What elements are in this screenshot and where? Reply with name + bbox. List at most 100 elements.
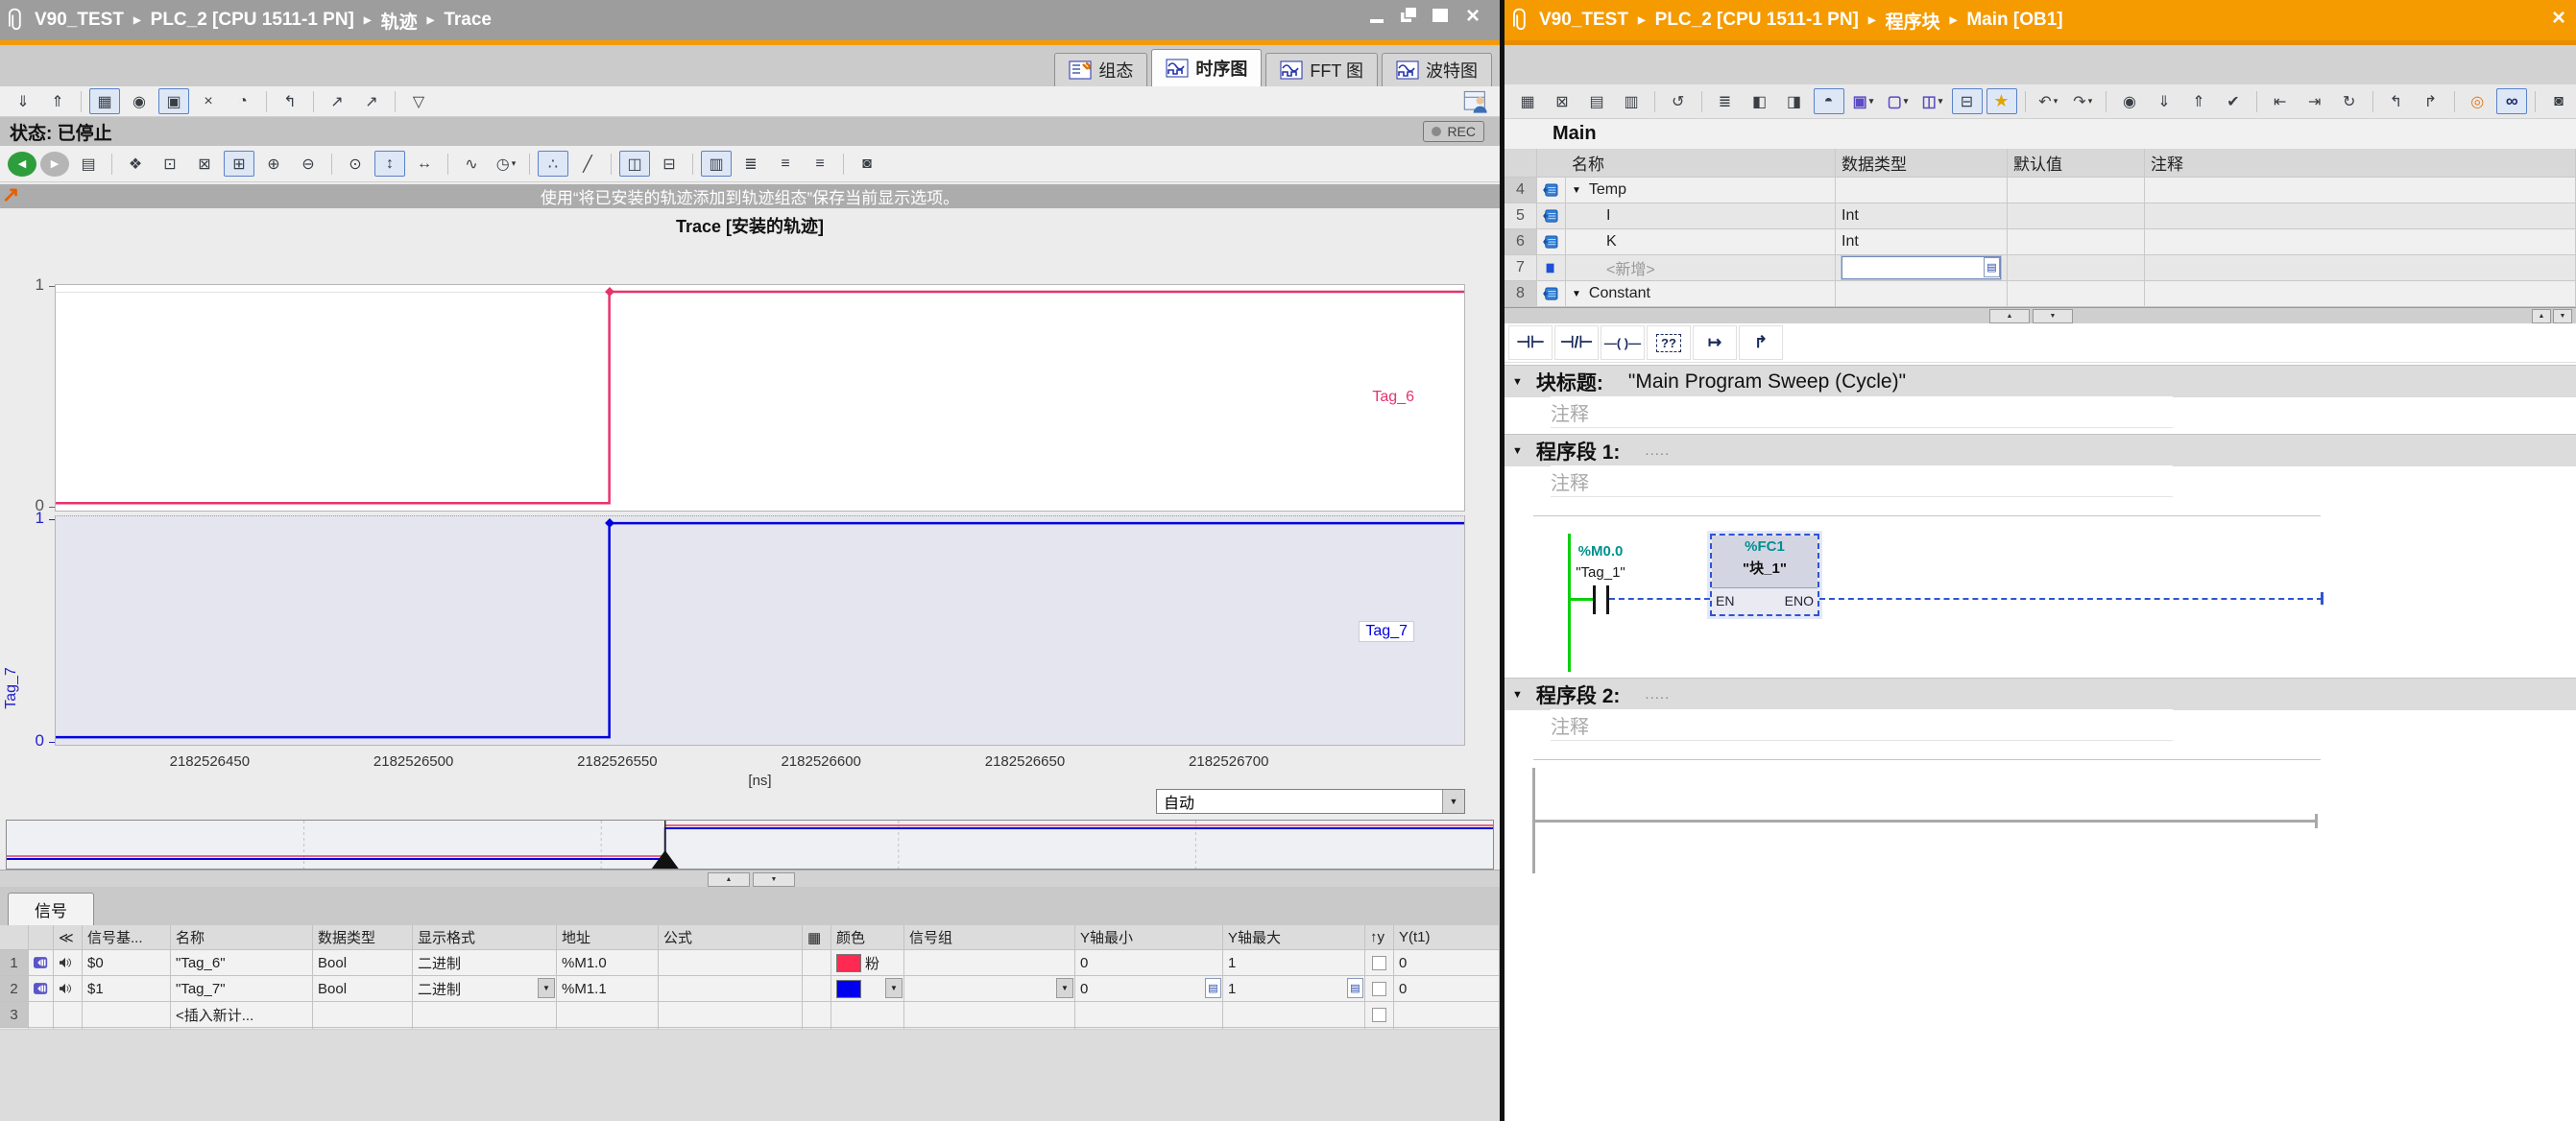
keypad-icon[interactable]: ▤ (1347, 978, 1363, 998)
export-measurements-icon[interactable]: ↰ (275, 88, 305, 114)
table-row[interactable]: 3<插入新计... (0, 1002, 1500, 1028)
goto-next-error-icon[interactable]: ⇥ (2299, 88, 2330, 114)
stop-recording-icon[interactable]: ▣ (158, 88, 189, 114)
record-pause-icon[interactable]: ◔ (228, 88, 258, 114)
signal-name[interactable]: "Tag_7" (171, 976, 313, 1002)
display-format[interactable]: 二进制 (413, 950, 557, 976)
display-format[interactable] (413, 1002, 557, 1028)
data-type-input[interactable]: ▤ (1842, 256, 2001, 279)
filter-icon[interactable]: ▽ (403, 88, 434, 114)
zoom-selection-icon[interactable]: ⊡ (155, 151, 185, 177)
block-title-value[interactable]: "Main Program Sweep (Cycle)" (1628, 370, 1906, 394)
table-row[interactable]: 6KInt (1505, 229, 2576, 255)
data-type[interactable]: Int (1836, 203, 2008, 229)
variable-name[interactable]: K (1566, 229, 1836, 255)
plot-tag7[interactable]: Tag_7 (55, 515, 1465, 746)
tab-signals[interactable]: 信号 (8, 893, 94, 925)
dropdown-arrow-icon[interactable]: ▾ (1938, 96, 1943, 107)
breadcrumb-item[interactable]: V90_TEST (35, 10, 124, 31)
dropdown-arrow-icon[interactable]: ▾ (512, 158, 517, 169)
table-row[interactable]: 1$0"Tag_6"Bool二进制%M1.0粉010 (0, 950, 1500, 976)
address[interactable]: %M1.0 (557, 950, 659, 976)
reset-start-values-icon[interactable]: ↺ (1663, 88, 1694, 114)
auto-scale-cell[interactable] (1365, 950, 1394, 976)
column-header[interactable] (1505, 149, 1537, 178)
fc-block[interactable]: %FC1 "块_1" EN ENO (1710, 534, 1819, 616)
column-header[interactable] (0, 925, 29, 950)
color-swatch[interactable] (836, 980, 861, 998)
contact-bar-icon[interactable] (1593, 585, 1596, 614)
checkbox[interactable] (1372, 1008, 1386, 1022)
address[interactable] (557, 1002, 659, 1028)
column-header[interactable]: 颜色 (831, 925, 904, 950)
trace-titlebar[interactable]: V90_TEST▶PLC_2 [CPU 1511-1 PN]▶轨迹▶Trace … (0, 0, 1500, 40)
column-header[interactable]: 名称 (171, 925, 313, 950)
signal-source[interactable]: $0 (83, 950, 171, 976)
close-branch-icon[interactable]: ↱ (1739, 325, 1783, 360)
snapshot-to-measurement-2-icon[interactable]: ↗ (356, 88, 387, 114)
default-value[interactable] (2008, 203, 2145, 229)
breadcrumb-item[interactable]: PLC_2 [CPU 1511-1 PN] (151, 10, 354, 31)
color-swatch[interactable] (836, 954, 861, 972)
deactivate-monitoring-icon[interactable]: × (193, 88, 224, 114)
zoom-100-icon[interactable]: ⊙ (340, 151, 371, 177)
accept-changes-icon[interactable]: ✔ (2218, 88, 2249, 114)
zoom-out-icon[interactable]: ⊖ (293, 151, 324, 177)
activate-monitoring-icon[interactable]: ▦ (89, 88, 120, 114)
color-cell[interactable] (831, 1002, 904, 1028)
tab-时序图[interactable]: 时序图 (1151, 49, 1262, 86)
column-header[interactable]: 默认值 (2008, 149, 2145, 178)
split-horizontal-icon[interactable]: ⊟ (654, 151, 685, 177)
install-traces-icon[interactable]: ⇓ (8, 88, 38, 114)
horizontal-splitter[interactable]: ▲ ▼ (0, 870, 1500, 889)
scroll-up-button[interactable]: ▲ (2532, 309, 2551, 323)
download-to-device-icon[interactable]: ⇓ (2149, 88, 2179, 114)
dropdown-arrow-icon[interactable]: ▾ (1869, 96, 1874, 107)
jump-to-next-icon[interactable]: ↱ (2416, 88, 2446, 114)
column-header[interactable]: Y轴最大 (1223, 925, 1365, 950)
trace-overview-strip[interactable] (6, 820, 1494, 870)
keypad-icon[interactable]: ▤ (1984, 257, 2000, 277)
empty-rung[interactable] (1532, 820, 2318, 823)
free-form-comments-icon[interactable]: ◓ (1814, 88, 1844, 114)
breadcrumb-item[interactable]: Trace (444, 10, 492, 31)
comment[interactable] (2145, 203, 2576, 229)
pan-icon[interactable]: ❖ (120, 151, 151, 177)
column-header[interactable]: 数据类型 (313, 925, 413, 950)
breadcrumb-item[interactable]: 程序块 (1886, 8, 1940, 34)
update-block-calls-icon[interactable]: ↻ (2334, 88, 2365, 114)
zoom-time-range-icon[interactable]: ⊞ (224, 151, 254, 177)
data-type[interactable] (313, 1002, 413, 1028)
column-header[interactable]: 显示格式 (413, 925, 557, 950)
chevron-down-icon[interactable]: ▼ (1056, 978, 1073, 998)
observe-signals-icon[interactable]: ◉ (124, 88, 155, 114)
signal-group[interactable] (904, 950, 1075, 976)
tab-波特图[interactable]: 波特图 (1382, 53, 1492, 86)
minimize-button[interactable] (1368, 8, 1387, 25)
table-row[interactable]: 7<新增>▤ (1505, 255, 2576, 281)
align-right-icon[interactable]: ≡ (805, 151, 835, 177)
column-header[interactable] (1537, 149, 1566, 178)
previous-view-icon[interactable]: ◀ (8, 152, 36, 177)
dropdown-arrow-icon[interactable]: ▾ (2054, 96, 2058, 107)
block-title-band[interactable]: ▼ 块标题: "Main Program Sweep (Cycle)" (1505, 365, 2576, 397)
coil-icon[interactable]: —( )— (1601, 325, 1645, 360)
legend-list-icon[interactable]: ≣ (735, 151, 766, 177)
column-header[interactable]: 公式 (659, 925, 803, 950)
interface-splitter[interactable]: ▲ ▼ ▲ ▼ (1505, 307, 2576, 324)
eno-pin[interactable]: ENO (1785, 593, 1814, 608)
table-row[interactable]: 8▼Constant (1505, 281, 2576, 307)
column-header[interactable]: ▦ (803, 925, 831, 950)
zoom-dynamic-icon[interactable]: ⊠ (189, 151, 220, 177)
upload-traces-icon[interactable]: ⇑ (42, 88, 73, 114)
close-button[interactable]: × (1463, 8, 1482, 25)
tab-FFT 图[interactable]: FFT 图 (1265, 53, 1378, 86)
chevron-down-icon[interactable]: ▼ (1512, 689, 1523, 701)
network-2-title-placeholder[interactable]: ..... (1645, 686, 1670, 703)
undo-icon[interactable]: ↶▾ (2033, 88, 2063, 114)
signal-name[interactable]: "Tag_6" (171, 950, 313, 976)
column-header[interactable]: 名称 (1566, 149, 1836, 178)
insert-ff-box-icon[interactable]: ▣▾ (1848, 88, 1879, 114)
close-button[interactable]: × (2549, 10, 2568, 27)
breadcrumb-item[interactable]: PLC_2 [CPU 1511-1 PN] (1655, 10, 1859, 31)
